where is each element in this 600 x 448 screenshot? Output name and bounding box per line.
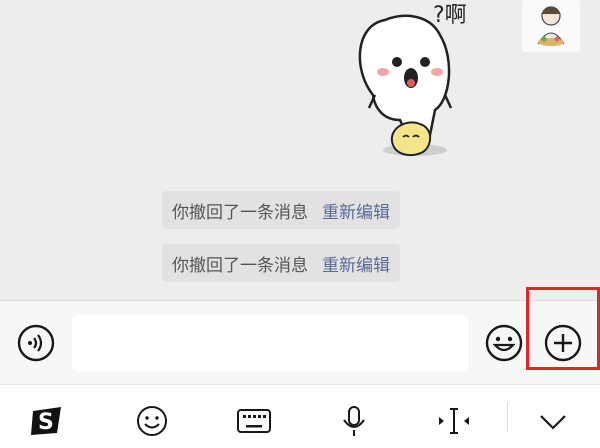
emoji-button[interactable] (484, 323, 524, 363)
keyboard-toolbar: S (0, 384, 600, 448)
recall-notice: 你撤回了一条消息 重新编辑 (162, 244, 400, 282)
microphone-button[interactable] (334, 401, 374, 441)
sogou-logo-icon: S (31, 407, 61, 435)
cursor-move-icon (439, 408, 469, 434)
svg-text:S: S (38, 410, 54, 435)
chat-area: ?啊 你撤回了一条消息 重新编辑 你撤回了一条消息 重新编辑 (0, 0, 600, 300)
avatar-icon (522, 0, 580, 52)
keyboard-button[interactable] (234, 401, 274, 441)
collapse-chevron-icon (540, 415, 566, 430)
sogou-button[interactable]: S (27, 401, 67, 441)
shocked-blob-sticker[interactable]: ?啊 (345, 0, 510, 165)
reedit-link[interactable]: 重新编辑 (322, 251, 390, 276)
reedit-link[interactable]: 重新编辑 (322, 198, 390, 223)
emoji-icon (485, 324, 523, 362)
sticker-caption: ?啊 (433, 3, 467, 28)
recall-notice: 你撤回了一条消息 重新编辑 (162, 191, 400, 229)
plus-circle-icon (544, 324, 582, 362)
more-button[interactable] (543, 323, 583, 363)
keyboard-icon (237, 409, 271, 433)
cursor-move-button[interactable] (434, 401, 474, 441)
recall-notice-text: 你撤回了一条消息 (172, 202, 308, 223)
message-input[interactable] (72, 315, 468, 371)
emoji-icon (137, 406, 167, 436)
kb-emoji-button[interactable] (132, 401, 172, 441)
microphone-icon (343, 406, 365, 436)
recall-notice-text: 你撤回了一条消息 (172, 255, 308, 276)
voice-button[interactable] (16, 323, 56, 363)
toolbar-divider (507, 402, 508, 432)
chat-input-bar (0, 300, 600, 384)
voice-icon (17, 324, 55, 362)
user-avatar[interactable] (522, 0, 580, 52)
collapse-keyboard-button[interactable] (533, 401, 573, 441)
